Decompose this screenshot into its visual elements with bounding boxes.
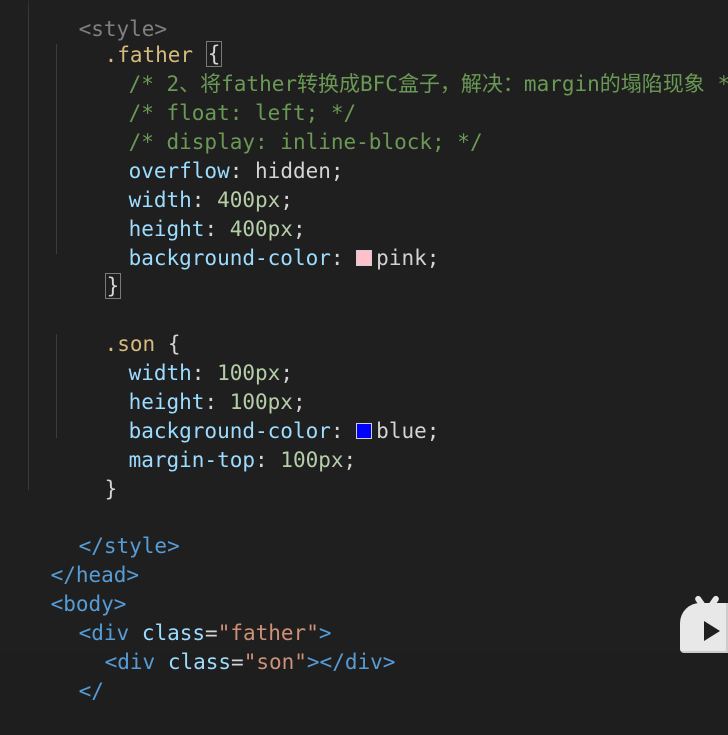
margin-top-value: 100px (280, 448, 344, 472)
code-line-overflow: overflow: hidden; (128, 159, 344, 183)
code-line-height-son: height: 100px; (128, 390, 306, 414)
son-class-attribute: class (167, 650, 232, 674)
code-line-comment-bfc: /* 2、将father转换成BFC盒子，解决：margin的塌陷现象 */ (78, 41, 728, 96)
code-line-son-selector: .son { (54, 301, 181, 356)
code-line-width-father: width: 400px; (128, 188, 293, 212)
div-son-close-tag: ></div> (306, 650, 396, 674)
code-line-bg-son: background-color: blue; (128, 419, 440, 443)
code-line-tail-fragment: </ (28, 648, 104, 703)
code-line-father-close: } (54, 244, 122, 299)
play-icon (704, 621, 720, 641)
pink-color-swatch[interactable] (356, 250, 373, 266)
background-color-value-blue: blue (376, 419, 427, 443)
code-line-div-father: <div class="father"> (78, 621, 332, 645)
code-line-bg-father: background-color: pink; (128, 246, 440, 270)
code-line-div-son: <div class="son"></div> (104, 650, 396, 674)
background-color-property-father: background-color (128, 246, 331, 270)
son-close-brace: } (104, 477, 118, 501)
code-line-width-son: width: 100px; (128, 361, 293, 385)
code-line-comment-display: /* display: inline-block; */ (78, 99, 483, 154)
code-line-head-close: </head> (0, 532, 140, 587)
tail-tag-fragment: </ (78, 679, 104, 703)
code-line-father-selector: .father { (54, 12, 223, 67)
bilibili-tv-icon[interactable] (680, 603, 728, 653)
code-line-comment-float: /* float: left; */ (78, 70, 357, 125)
background-color-value-pink: pink (376, 246, 427, 270)
indent-guide-outer (28, 0, 29, 490)
margin-top-property: margin-top (128, 448, 256, 472)
code-line-body-open: <body> (0, 561, 127, 616)
code-line-son-close: } (54, 446, 118, 501)
code-line-height-father: height: 400px; (128, 217, 306, 241)
blue-color-swatch[interactable] (356, 423, 373, 439)
father-close-brace: } (104, 273, 122, 299)
code-line-style-close: </style> (28, 503, 180, 558)
code-line-margin-top: margin-top: 100px; (128, 448, 357, 472)
son-class-value: "son" (243, 650, 307, 674)
div-son-open-tag: <div (104, 650, 156, 674)
code-editor[interactable]: <style> .father { /* 2、将father转换成BFC盒子，解… (0, 0, 728, 703)
